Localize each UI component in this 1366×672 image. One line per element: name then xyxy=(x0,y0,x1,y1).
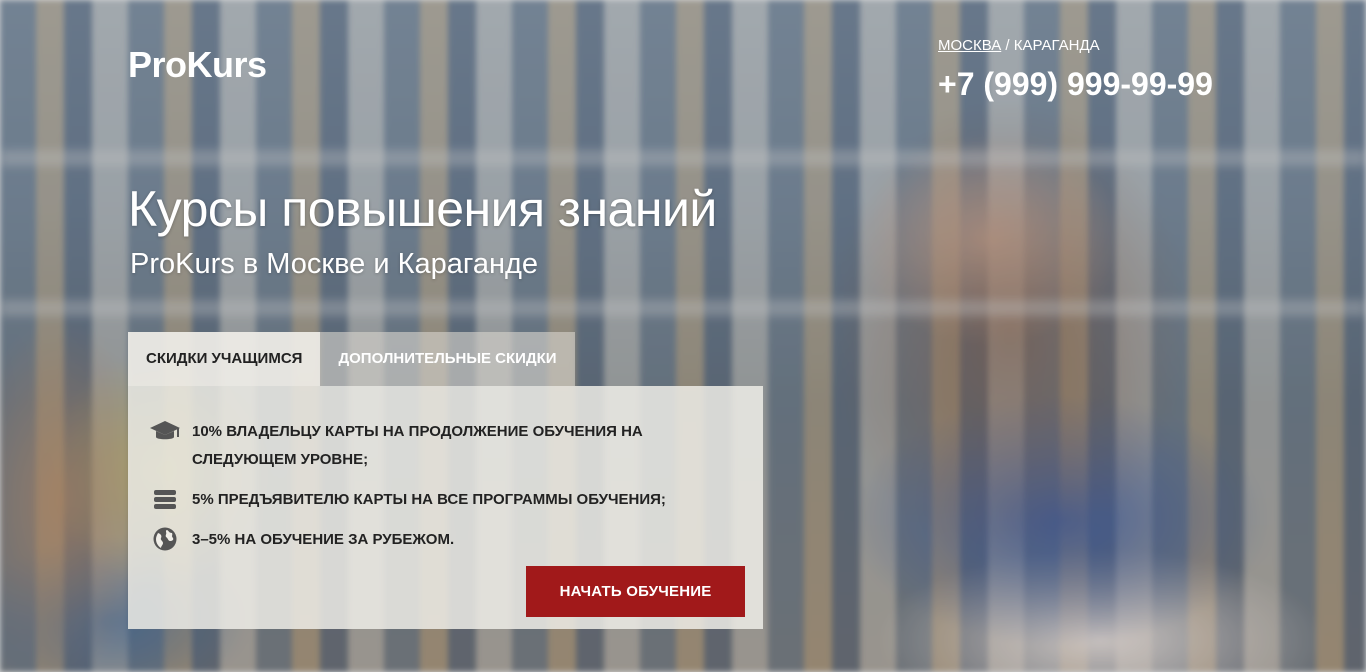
city-link-karaganda[interactable]: КАРАГАНДА xyxy=(1014,37,1100,54)
city-separator: / xyxy=(1001,37,1014,54)
site-logo[interactable]: ProKurs xyxy=(128,44,267,86)
hero-title: Курсы повышения знаний xyxy=(128,181,717,237)
discount-item: 10% владельцу карты на продолжение обуче… xyxy=(148,418,688,474)
discount-tabs: СКИДКИ УЧАЩИМСЯ ДОПОЛНИТЕЛЬНЫЕ СКИДКИ xyxy=(128,332,575,386)
discount-item-text: 5% предъявителю карты на все программы о… xyxy=(192,491,666,508)
phone-number[interactable]: +7 (999) 999-99-99 xyxy=(938,66,1213,103)
tab-additional-discounts[interactable]: ДОПОЛНИТЕЛЬНЫЕ СКИДКИ xyxy=(320,332,575,386)
discount-item-text: 3–5% на обучение за рубежом. xyxy=(192,531,455,548)
discount-item: 5% предъявителю карты на все программы о… xyxy=(148,486,666,514)
start-learning-button[interactable]: НАЧАТЬ ОБУЧЕНИЕ xyxy=(526,566,745,617)
city-link-moscow[interactable]: МОСКВА xyxy=(938,37,1001,54)
graduation-cap-icon xyxy=(148,418,182,444)
tab-student-discounts[interactable]: СКИДКИ УЧАЩИМСЯ xyxy=(128,332,321,386)
city-switcher: МОСКВА / КАРАГАНДА xyxy=(938,37,1100,54)
discounts-panel: 10% владельцу карты на продолжение обуче… xyxy=(128,386,763,629)
globe-icon xyxy=(148,526,182,552)
stack-icon xyxy=(148,486,182,512)
hero-subtitle: ProKurs в Москве и Караганде xyxy=(130,248,539,280)
discount-item: 3–5% на обучение за рубежом. xyxy=(148,526,454,554)
discount-item-text: 10% владельцу карты на продолжение обуче… xyxy=(192,423,643,468)
